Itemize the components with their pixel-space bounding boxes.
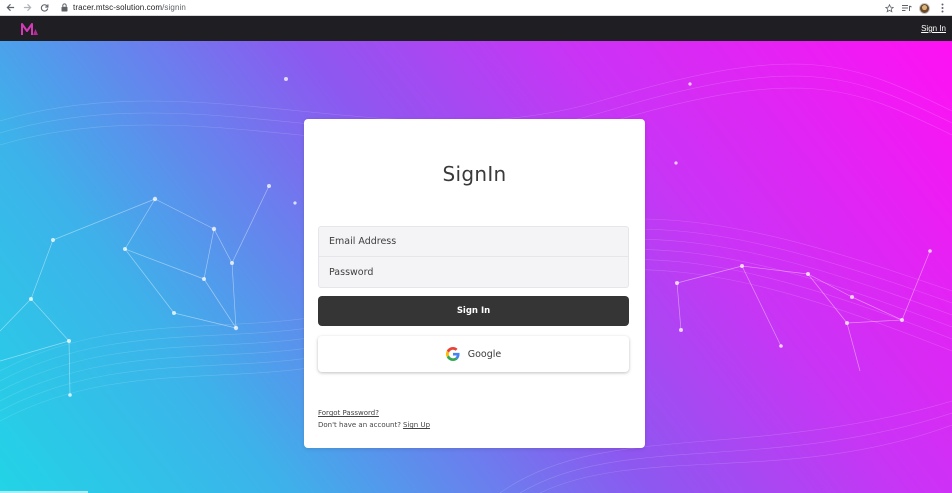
google-icon xyxy=(445,347,460,361)
signup-prompt: Don't have an account? Sign Up xyxy=(318,421,430,429)
signin-button-label: Sign In xyxy=(456,306,491,316)
back-arrow-icon[interactable] xyxy=(3,1,17,15)
reload-icon[interactable] xyxy=(37,1,51,15)
signin-card: SignIn Email Address Password Sign In Go… xyxy=(304,119,645,448)
url-host: tracer.mtsc-solution.com xyxy=(73,3,163,12)
google-signin-button[interactable]: Google xyxy=(318,336,629,372)
lock-icon[interactable] xyxy=(59,2,69,14)
signup-link[interactable]: Sign Up xyxy=(403,421,430,429)
browser-toolbar: tracer.mtsc-solution.com/signin xyxy=(0,0,952,16)
email-placeholder: Email Address xyxy=(329,236,397,247)
playlist-icon[interactable] xyxy=(901,1,913,15)
signin-button[interactable]: Sign In xyxy=(318,296,629,326)
url-path: /signin xyxy=(162,3,186,12)
password-placeholder: Password xyxy=(329,266,374,278)
google-button-label: Google xyxy=(467,348,502,360)
no-account-text: Don't have an account? xyxy=(318,421,401,429)
star-icon[interactable] xyxy=(883,1,895,15)
mtsc-logo-icon[interactable] xyxy=(21,20,39,38)
kebab-menu-icon[interactable] xyxy=(936,1,948,15)
site-header: Sign In xyxy=(0,16,952,41)
profile-avatar[interactable] xyxy=(919,2,930,14)
forward-arrow-icon[interactable] xyxy=(20,1,34,15)
password-field[interactable]: Password xyxy=(318,257,629,288)
address-bar[interactable]: tracer.mtsc-solution.com/signin xyxy=(73,3,186,12)
forgot-password-link[interactable]: Forgot Password? xyxy=(318,409,379,417)
page-title: SignIn xyxy=(442,162,507,186)
header-signin-link[interactable]: Sign In xyxy=(921,24,946,33)
email-field[interactable]: Email Address xyxy=(318,226,629,257)
